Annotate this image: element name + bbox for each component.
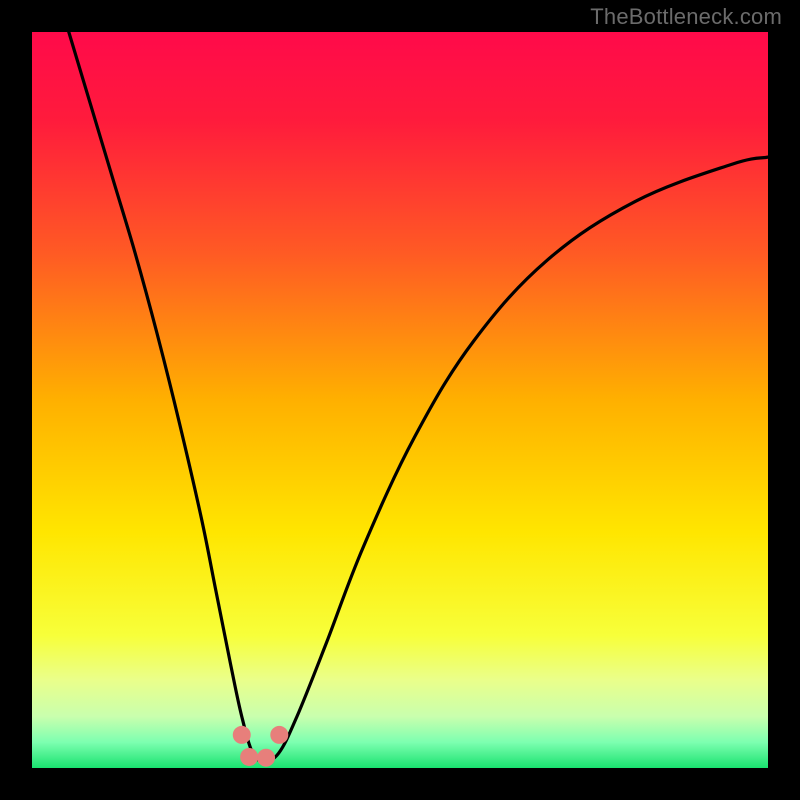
trough-marker [270, 726, 288, 744]
gradient-background [32, 32, 768, 768]
chart-frame: TheBottleneck.com [0, 0, 800, 800]
trough-marker [233, 726, 251, 744]
watermark-text: TheBottleneck.com [590, 4, 782, 30]
plot-area [32, 32, 768, 768]
bottleneck-chart [32, 32, 768, 768]
trough-marker [257, 749, 275, 767]
trough-marker [240, 748, 258, 766]
